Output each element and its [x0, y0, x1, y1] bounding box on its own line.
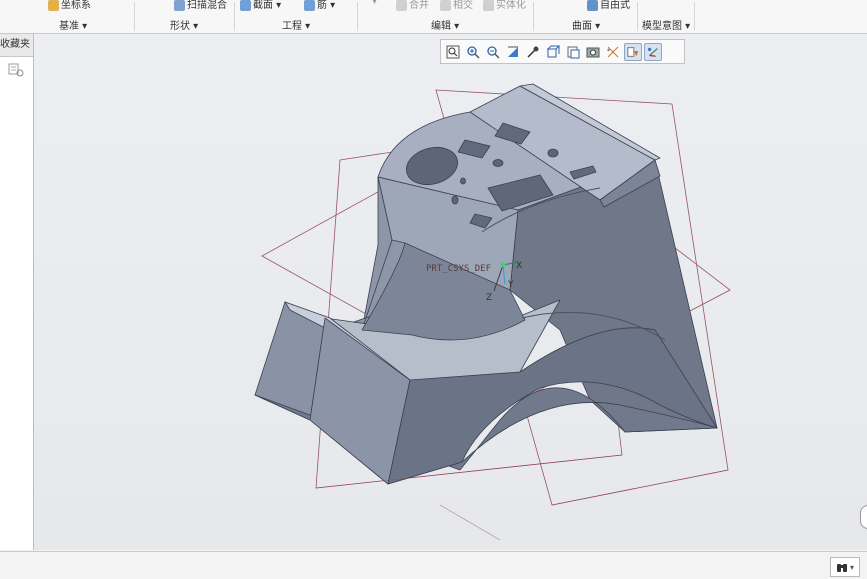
- status-bar: ▾: [0, 551, 867, 579]
- group-separator: [357, 2, 358, 31]
- side-scroll-handle[interactable]: [860, 505, 867, 529]
- group-shapes[interactable]: 形状 ▾: [170, 17, 198, 32]
- freestyle-tool[interactable]: 自由式: [587, 0, 630, 11]
- group-engineering[interactable]: 工程 ▾: [282, 17, 310, 32]
- sweep-blend-icon: [174, 0, 185, 11]
- group-separator: [533, 2, 534, 31]
- find-binoculars-icon: [836, 563, 847, 572]
- favorites-tab[interactable]: 收藏夹: [0, 34, 33, 57]
- coord-sys-icon: [48, 0, 59, 11]
- group-datum[interactable]: 基准 ▾: [59, 17, 87, 32]
- spin-center-icon[interactable]: [524, 43, 542, 61]
- display-style-icon[interactable]: [544, 43, 562, 61]
- group-separator: [234, 2, 235, 31]
- refit-icon[interactable]: [444, 43, 462, 61]
- ribbon: 坐标系 扫描混合 截面 ▾ 筋 ▾ ▾ 合并 相交 实体化 自由式 基准 ▾ 形…: [0, 0, 867, 34]
- section-icon: [240, 0, 251, 11]
- solidify-icon: [483, 0, 494, 11]
- intersect-icon: [440, 0, 451, 11]
- group-separator: [637, 2, 638, 31]
- csys-label: PRT_CSYS_DEF: [426, 264, 491, 274]
- merge-tool[interactable]: 合并: [396, 0, 429, 11]
- group-separator: [694, 2, 695, 31]
- zoom-in-icon[interactable]: [464, 43, 482, 61]
- axis-y-label: Y: [507, 280, 514, 290]
- small-hole-3: [451, 195, 459, 205]
- csys-origin: [500, 262, 506, 268]
- find-button[interactable]: ▾: [830, 557, 860, 577]
- group-editing[interactable]: 编辑 ▾: [431, 17, 459, 32]
- saved-orientations-icon[interactable]: [584, 43, 602, 61]
- edit-dropdown[interactable]: ▾: [372, 0, 377, 7]
- chevron-down-icon: ▾: [849, 562, 854, 572]
- svg-text:*: *: [607, 48, 610, 55]
- zoom-out-icon[interactable]: [484, 43, 502, 61]
- intersect-tool[interactable]: 相交: [440, 0, 473, 11]
- datum-display-icon[interactable]: *: [604, 43, 622, 61]
- coord-sys-tool[interactable]: 坐标系: [48, 0, 91, 11]
- freestyle-icon: [587, 0, 598, 11]
- rib-icon: [304, 0, 315, 11]
- repaint-icon[interactable]: [504, 43, 522, 61]
- csys-display-icon[interactable]: [644, 42, 662, 61]
- group-model-intent[interactable]: 模型意图 ▾: [642, 17, 690, 32]
- model-view[interactable]: PRT_CSYS_DEF X Y Z: [34, 34, 867, 550]
- small-hole-4: [460, 177, 466, 185]
- rib-tool[interactable]: 筋 ▾: [304, 0, 335, 11]
- ribbon-tool-row: 坐标系 扫描混合 截面 ▾ 筋 ▾ ▾ 合并 相交 实体化 自由式: [0, 0, 867, 14]
- left-panel: 收藏夹: [0, 34, 34, 550]
- small-hole-1: [547, 148, 559, 158]
- group-surfaces[interactable]: 曲面 ▾: [572, 17, 600, 32]
- section-tool[interactable]: 截面 ▾: [240, 0, 281, 11]
- solidify-tool[interactable]: 实体化: [483, 0, 526, 11]
- axis-x-label: X: [516, 261, 522, 271]
- view-toolbar: *: [440, 39, 685, 64]
- small-hole-2: [492, 159, 504, 167]
- tree-settings-icon[interactable]: [8, 63, 24, 77]
- merge-icon: [396, 0, 407, 11]
- axis-z-label: Z: [486, 293, 492, 303]
- graphics-viewport[interactable]: PRT_CSYS_DEF X Y Z: [34, 34, 867, 550]
- sweep-blend-tool[interactable]: 扫描混合: [174, 0, 227, 11]
- view-manager-icon[interactable]: [564, 43, 582, 61]
- group-separator: [134, 2, 135, 31]
- part-model[interactable]: [254, 83, 718, 485]
- annotation-display-icon[interactable]: [624, 42, 642, 61]
